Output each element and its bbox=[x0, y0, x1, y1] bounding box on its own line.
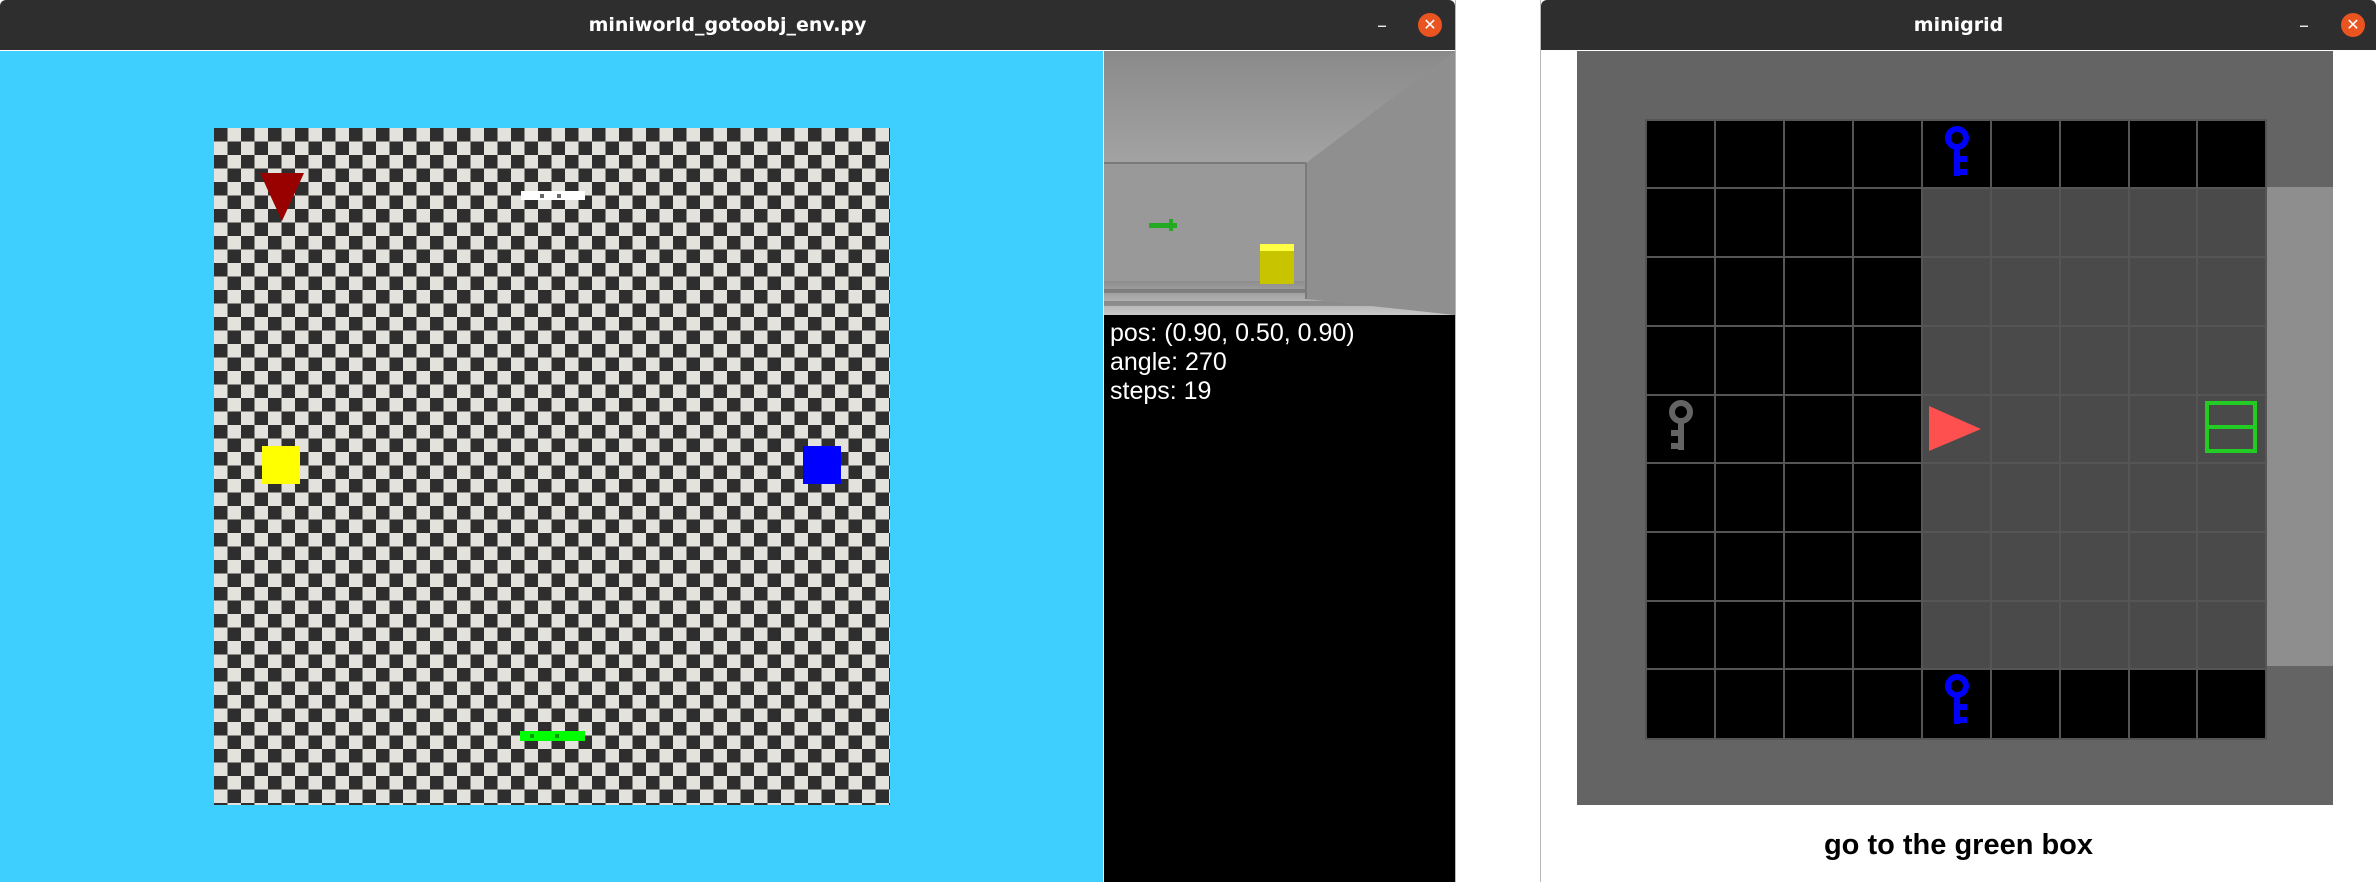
window-title: minigrid bbox=[1913, 14, 2004, 36]
minigrid-window: minigrid – ✕ go to the green box bbox=[1541, 0, 2376, 882]
miniworld-window: miniworld_gotoobj_env.py – ✕ pos: (0.90,… bbox=[0, 0, 1455, 882]
window-content: go to the green box bbox=[1541, 51, 2376, 882]
yellow-box bbox=[262, 446, 300, 484]
white-key-icon bbox=[521, 191, 585, 200]
checker-floor bbox=[214, 128, 890, 805]
visible-highlight-edge bbox=[2266, 187, 2333, 666]
window-content: pos: (0.90, 0.50, 0.90) angle: 270 steps… bbox=[0, 51, 1455, 882]
angle-readout: angle: 270 bbox=[1110, 348, 1227, 376]
agent-view: pos: (0.90, 0.50, 0.90) angle: 270 steps… bbox=[1104, 51, 1455, 882]
title-bar[interactable]: minigrid – ✕ bbox=[1541, 0, 2376, 50]
top-down-canvas bbox=[214, 128, 890, 805]
minimize-icon[interactable]: – bbox=[2292, 13, 2316, 37]
minimize-icon[interactable]: – bbox=[1370, 13, 1394, 37]
agent-info: pos: (0.90, 0.50, 0.90) angle: 270 steps… bbox=[1110, 319, 1355, 406]
steps-readout: steps: 19 bbox=[1110, 377, 1212, 405]
position-readout: pos: (0.90, 0.50, 0.90) bbox=[1110, 319, 1355, 347]
close-icon[interactable]: ✕ bbox=[2341, 13, 2365, 37]
title-bar[interactable]: miniworld_gotoobj_env.py – ✕ bbox=[0, 0, 1455, 50]
minigrid-canvas bbox=[1577, 51, 2333, 805]
blue-box bbox=[803, 446, 841, 484]
window-title: miniworld_gotoobj_env.py bbox=[588, 14, 867, 36]
mission-text: go to the green box bbox=[1823, 829, 2094, 861]
close-icon[interactable]: ✕ bbox=[1418, 13, 1442, 37]
agent-camera-view bbox=[1104, 51, 1455, 315]
yellow-box bbox=[1260, 244, 1294, 284]
top-down-view bbox=[0, 51, 1103, 882]
green-key-icon bbox=[520, 731, 585, 741]
